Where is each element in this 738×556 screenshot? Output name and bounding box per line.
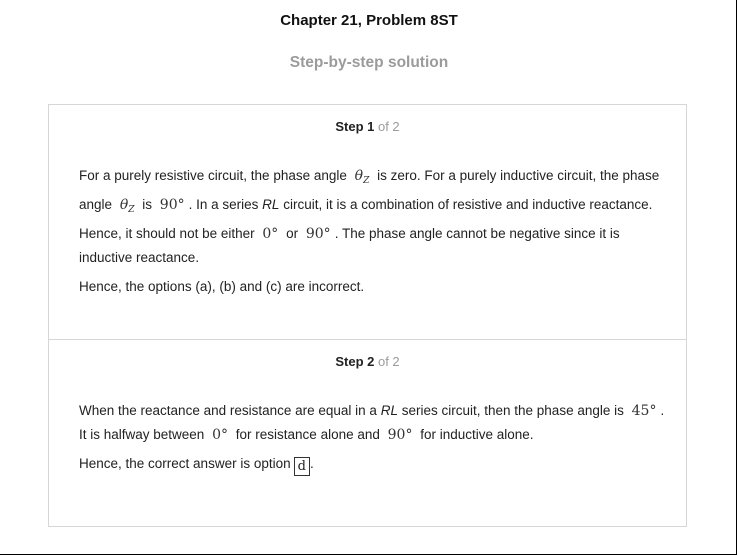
- step-2-paragraph-2: Hence, the correct answer is option d.: [79, 452, 669, 476]
- theta-z-symbol: θZ: [116, 197, 139, 215]
- step-1-header: Step 1 of 2: [49, 119, 686, 134]
- solution-subtitle: Step-by-step solution: [289, 54, 449, 71]
- math-value: 90°: [387, 427, 413, 443]
- answer-box: d: [293, 457, 310, 476]
- rl-term: RL: [380, 403, 398, 418]
- step-count: of 2: [374, 119, 400, 134]
- math-subscript: Z: [128, 205, 135, 215]
- math-symbol: θ: [119, 197, 129, 213]
- chapter-title: Chapter 21, Problem 8ST: [280, 12, 458, 29]
- math-value: 0°: [212, 427, 229, 443]
- step-1: Step 1 of 2 For a purely resistive circu…: [49, 105, 686, 340]
- text: For a purely resistive circuit, the phas…: [79, 168, 347, 183]
- solution-steps: Step 1 of 2 For a purely resistive circu…: [48, 104, 687, 527]
- text: series circuit, then the phase angle is: [401, 403, 624, 418]
- step-1-body: For a purely resistive circuit, the phas…: [79, 164, 669, 299]
- step-label: Step 2: [335, 354, 375, 369]
- step-count: of 2: [374, 354, 400, 369]
- step-2: Step 2 of 2 When the reactance and resis…: [49, 340, 686, 526]
- step-2-header: Step 2 of 2: [49, 354, 686, 369]
- theta-z-symbol: θZ: [351, 168, 374, 186]
- step-1-paragraph-2: Hence, the options (a), (b) and (c) are …: [79, 279, 365, 294]
- text: for inductive alone.: [420, 427, 534, 442]
- math-value: 45°: [631, 403, 657, 419]
- text: is: [142, 197, 153, 212]
- math-value: 90°: [305, 226, 331, 242]
- text: . In a series: [188, 197, 259, 212]
- text: or: [286, 226, 299, 241]
- step-2-body: When the reactance and resistance are eq…: [79, 399, 669, 476]
- math-value: 0°: [262, 226, 279, 242]
- rl-term: RL: [262, 197, 280, 212]
- step-label: Step 1: [335, 119, 375, 134]
- text: for resistance alone and: [235, 427, 380, 442]
- step-1-paragraph-1: For a purely resistive circuit, the phas…: [79, 164, 669, 270]
- text: Hence, the correct answer is option: [79, 456, 291, 471]
- math-value: 90°: [159, 197, 185, 213]
- step-2-paragraph-1: When the reactance and resistance are eq…: [79, 399, 669, 447]
- text: When the reactance and resistance are eq…: [79, 403, 377, 418]
- math-subscript: Z: [363, 176, 370, 186]
- text: .: [309, 456, 314, 471]
- math-symbol: θ: [354, 168, 364, 184]
